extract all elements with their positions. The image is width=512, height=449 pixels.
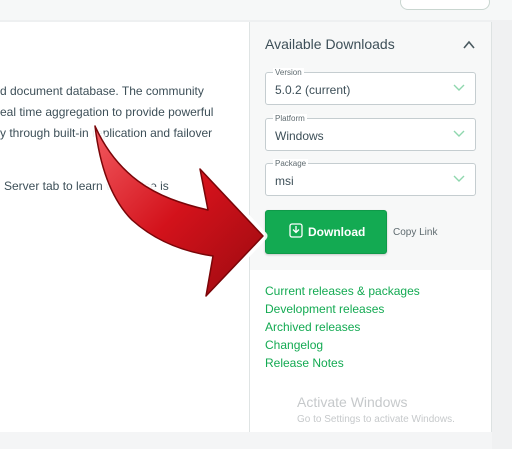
description-panel: d document database. The community eal t… — [0, 22, 250, 432]
description-line-4: Server tab to learn what else is — [4, 179, 169, 193]
platform-label: Platform — [273, 114, 307, 123]
top-button-edge[interactable] — [400, 0, 490, 10]
chevron-down-icon — [453, 84, 465, 91]
activate-windows-title: Activate Windows — [297, 394, 408, 410]
description-line-3: y through built-in replication and failo… — [0, 126, 213, 140]
version-select[interactable]: Version 5.0.2 (current) — [265, 68, 476, 105]
chevron-up-icon[interactable] — [463, 40, 475, 50]
panel-title: Available Downloads — [265, 36, 395, 52]
download-icon — [289, 223, 303, 238]
activate-windows-subtitle: Go to Settings to activate Windows. — [297, 414, 455, 425]
link-current-releases[interactable]: Current releases & packages — [265, 284, 420, 298]
platform-select[interactable]: Platform Windows — [265, 114, 476, 151]
package-select[interactable]: Package msi — [265, 159, 476, 196]
version-label: Version — [273, 68, 304, 77]
links-list: Current releases & packages Development … — [250, 270, 491, 432]
link-changelog[interactable]: Changelog — [265, 338, 323, 352]
scrollbar-track[interactable] — [492, 20, 512, 449]
description-line-1: d document database. The community — [0, 84, 204, 98]
chevron-down-icon — [453, 175, 465, 182]
package-value: msi — [275, 174, 294, 188]
available-downloads-panel: Available Downloads Version 5.0.2 (curre… — [250, 22, 492, 432]
download-button[interactable]: Download — [265, 210, 387, 254]
link-development-releases[interactable]: Development releases — [265, 302, 384, 316]
bottom-strip — [0, 432, 492, 449]
link-archived-releases[interactable]: Archived releases — [265, 320, 360, 334]
chevron-down-icon — [453, 130, 465, 137]
copy-link[interactable]: Copy Link — [393, 227, 437, 238]
description-line-2: eal time aggregation to provide powerful — [0, 105, 214, 119]
platform-value: Windows — [275, 129, 324, 143]
version-value: 5.0.2 (current) — [275, 83, 351, 97]
package-label: Package — [273, 159, 309, 168]
top-bar — [0, 0, 512, 20]
download-button-label: Download — [308, 225, 366, 239]
link-release-notes[interactable]: Release Notes — [265, 356, 344, 370]
